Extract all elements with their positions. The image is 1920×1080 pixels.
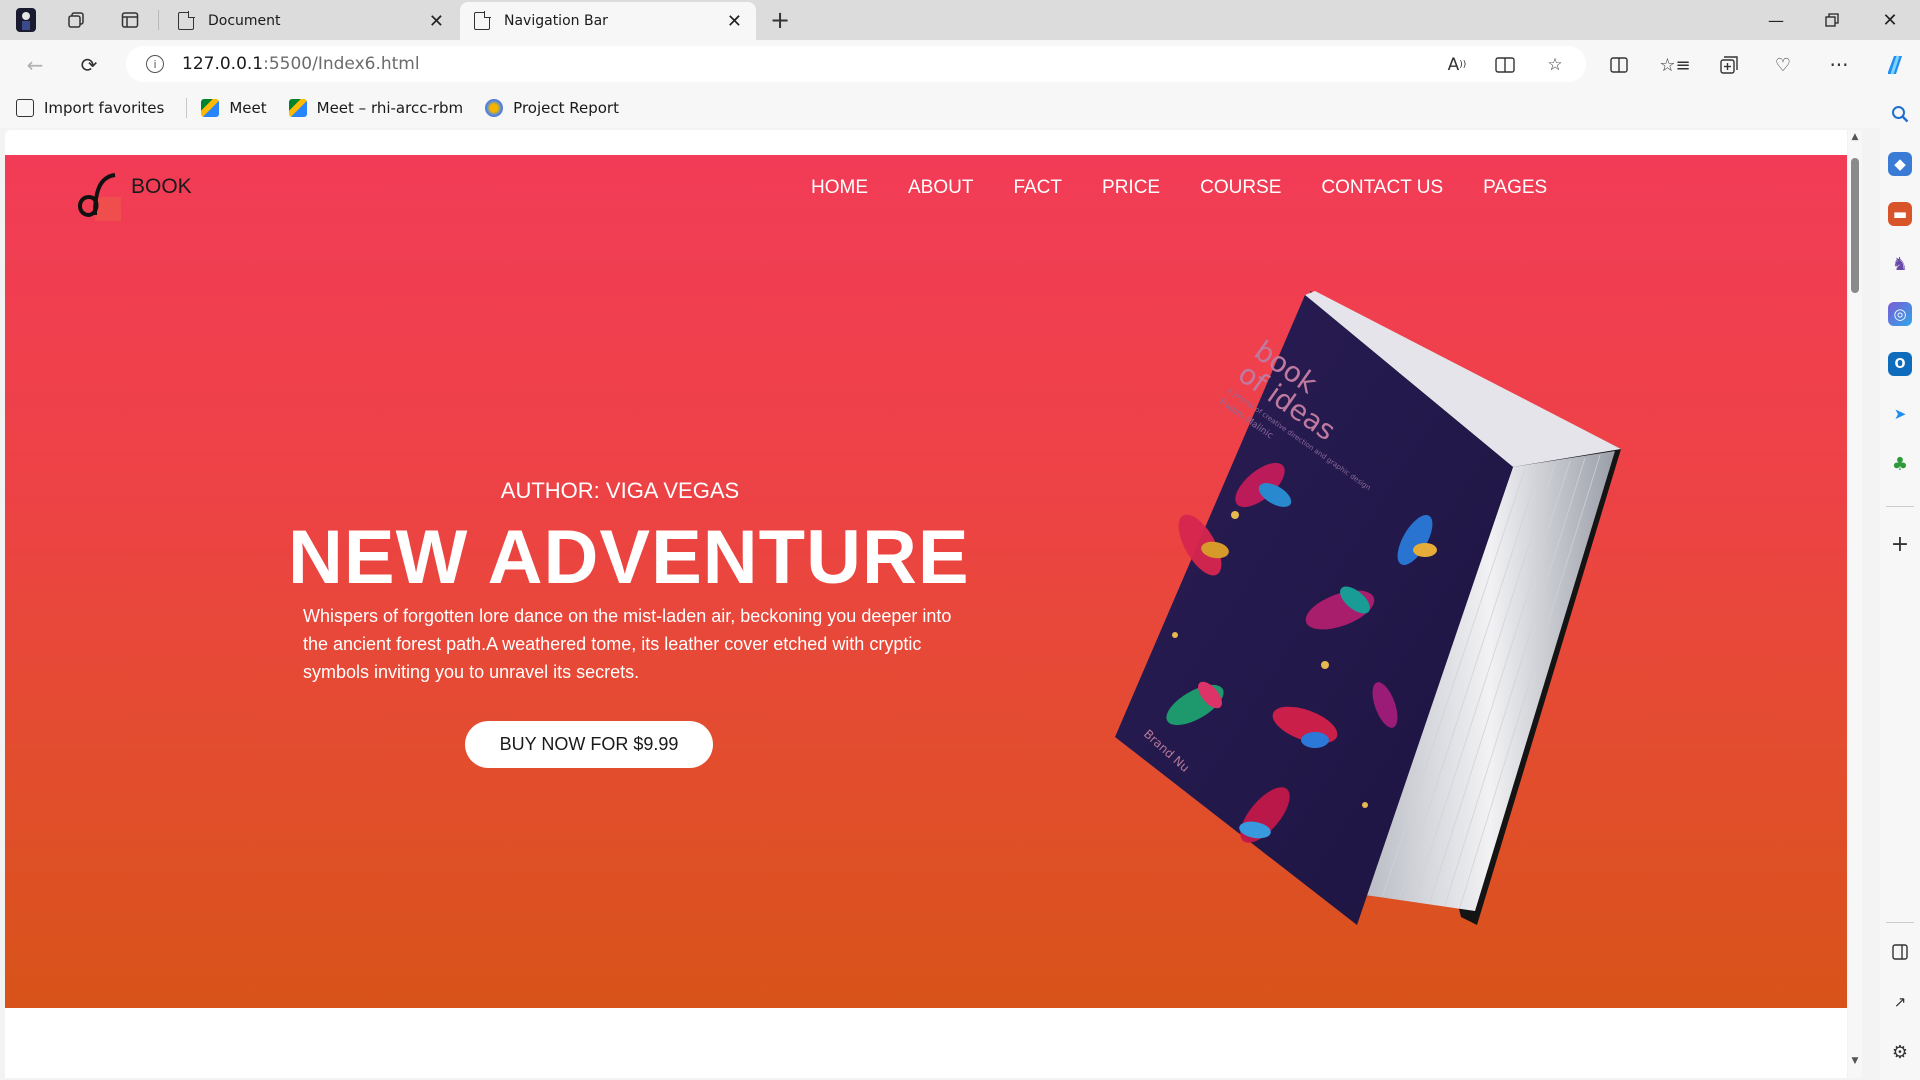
page-viewport: BOOK HOME ABOUT FACT PRICE COURSE CONTAC… bbox=[5, 130, 1847, 1078]
scroll-thumb[interactable] bbox=[1851, 158, 1859, 293]
immersive-reader-icon[interactable] bbox=[1492, 52, 1518, 78]
meet-icon bbox=[201, 99, 220, 117]
hero-headline: NEW ADVENTURE bbox=[288, 515, 970, 600]
send-icon[interactable]: ➤ bbox=[1888, 402, 1912, 426]
tools-icon[interactable]: ▬ bbox=[1888, 202, 1912, 226]
hero-description: Whispers of forgotten lore dance on the … bbox=[303, 606, 952, 682]
report-icon bbox=[485, 99, 504, 117]
minimize-icon[interactable]: — bbox=[1762, 6, 1790, 34]
site-logo[interactable]: BOOK bbox=[73, 169, 192, 221]
favorite-star-icon[interactable]: ☆ bbox=[1542, 52, 1568, 78]
close-icon[interactable]: ✕ bbox=[429, 11, 444, 32]
tab-title: Document bbox=[208, 13, 281, 29]
microsoft-365-icon[interactable]: ◎ bbox=[1888, 302, 1912, 326]
more-options-icon[interactable]: ··· bbox=[1824, 50, 1854, 80]
buy-now-button[interactable]: BUY NOW FOR $9.99 bbox=[465, 721, 713, 768]
favorite-project-report[interactable]: Project Report bbox=[485, 99, 619, 117]
logo-mark-icon bbox=[73, 169, 121, 221]
title-bar: Document ✕ Navigation Bar ✕ + — ✕ bbox=[0, 0, 1920, 40]
nav-price[interactable]: PRICE bbox=[1102, 177, 1160, 199]
hero-section: BOOK HOME ABOUT FACT PRICE COURSE CONTAC… bbox=[5, 155, 1847, 1008]
page-icon bbox=[178, 11, 195, 30]
add-icon[interactable]: + bbox=[1888, 532, 1912, 557]
meet-icon bbox=[288, 99, 307, 117]
page-scrollbar[interactable]: ▲ ▼ bbox=[1848, 130, 1862, 1078]
favorite-label: Project Report bbox=[513, 99, 619, 117]
external-link-icon[interactable]: ↗ bbox=[1888, 990, 1912, 1014]
restore-icon[interactable] bbox=[1818, 6, 1846, 34]
tab-divider bbox=[158, 10, 159, 30]
favorites-bar: Import favorites Meet Meet – rhi-arcc-rb… bbox=[0, 88, 1880, 128]
url-text[interactable]: 127.0.0.1:5500/Index6.html bbox=[182, 54, 420, 74]
shopping-tag-icon[interactable]: ◆ bbox=[1888, 152, 1912, 176]
favorite-import[interactable]: Import favorites bbox=[16, 99, 164, 117]
favorites-icon[interactable]: ☆≡ bbox=[1659, 50, 1690, 80]
address-toolbar: ← ⟳ i 127.0.0.1:5500/Index6.html A)) ☆ ☆… bbox=[0, 40, 1920, 88]
sidebar-divider bbox=[1886, 506, 1914, 507]
nav-contact-us[interactable]: CONTACT US bbox=[1321, 177, 1443, 199]
back-icon[interactable]: ← bbox=[20, 50, 50, 80]
brand-name: BOOK bbox=[131, 175, 192, 198]
url-path: :5500/Index6.html bbox=[263, 54, 420, 74]
sidebar-toggle-icon[interactable] bbox=[1888, 940, 1912, 964]
copilot-icon[interactable] bbox=[1880, 50, 1910, 80]
site-info-icon[interactable]: i bbox=[146, 55, 164, 73]
favorite-label: Meet bbox=[229, 99, 267, 117]
url-host: 127.0.0.1 bbox=[182, 54, 264, 74]
outlook-icon[interactable]: O bbox=[1888, 352, 1912, 376]
page-icon bbox=[474, 11, 491, 30]
nav-fact[interactable]: FACT bbox=[1013, 177, 1062, 199]
close-icon[interactable]: ✕ bbox=[727, 11, 742, 32]
sidebar-divider bbox=[1886, 922, 1914, 923]
split-screen-icon[interactable] bbox=[1604, 50, 1634, 80]
close-window-icon[interactable]: ✕ bbox=[1876, 6, 1904, 34]
main-nav: HOME ABOUT FACT PRICE COURSE CONTACT US … bbox=[811, 177, 1547, 199]
edge-sidebar: ◆ ▬ ♞ ◎ O ➤ ♣ + ↗ ⚙ bbox=[1880, 88, 1920, 1080]
new-tab-icon[interactable]: + bbox=[766, 6, 794, 34]
tab-title: Navigation Bar bbox=[504, 13, 608, 29]
collections-icon[interactable] bbox=[1714, 50, 1744, 80]
tab-actions-icon[interactable] bbox=[116, 6, 144, 34]
tab-navigation-bar[interactable]: Navigation Bar ✕ bbox=[460, 2, 756, 40]
tree-icon[interactable]: ♣ bbox=[1888, 452, 1912, 476]
read-aloud-icon[interactable]: A)) bbox=[1444, 52, 1470, 78]
favorite-meet-rhi[interactable]: Meet – rhi-arcc-rbm bbox=[288, 99, 464, 117]
book-image: book of ideas A journal of creative dire… bbox=[1115, 285, 1635, 925]
address-bar[interactable]: i 127.0.0.1:5500/Index6.html A)) ☆ bbox=[126, 46, 1586, 82]
browser-essentials-icon[interactable]: ♡ bbox=[1768, 50, 1798, 80]
tab-document[interactable]: Document ✕ bbox=[164, 2, 458, 40]
settings-gear-icon[interactable]: ⚙ bbox=[1888, 1040, 1912, 1064]
scroll-down-icon[interactable]: ▼ bbox=[1849, 1056, 1861, 1068]
refresh-icon[interactable]: ⟳ bbox=[74, 50, 104, 80]
nav-course[interactable]: COURSE bbox=[1200, 177, 1281, 199]
scroll-up-icon[interactable]: ▲ bbox=[1849, 132, 1861, 144]
favorite-label: Meet – rhi-arcc-rbm bbox=[316, 99, 464, 117]
author-line: AUTHOR: VIGA VEGAS bbox=[500, 478, 740, 503]
nav-home[interactable]: HOME bbox=[811, 177, 868, 199]
nav-about[interactable]: ABOUT bbox=[908, 177, 973, 199]
workspaces-icon[interactable] bbox=[62, 6, 90, 34]
favorites-divider bbox=[186, 98, 188, 118]
games-icon[interactable]: ♞ bbox=[1888, 252, 1912, 276]
import-icon bbox=[16, 99, 34, 117]
profile-avatar-icon[interactable] bbox=[12, 6, 40, 34]
nav-pages[interactable]: PAGES bbox=[1483, 177, 1547, 199]
search-icon[interactable] bbox=[1888, 102, 1912, 126]
favorite-meet[interactable]: Meet bbox=[201, 99, 267, 117]
favorite-label: Import favorites bbox=[44, 99, 165, 117]
